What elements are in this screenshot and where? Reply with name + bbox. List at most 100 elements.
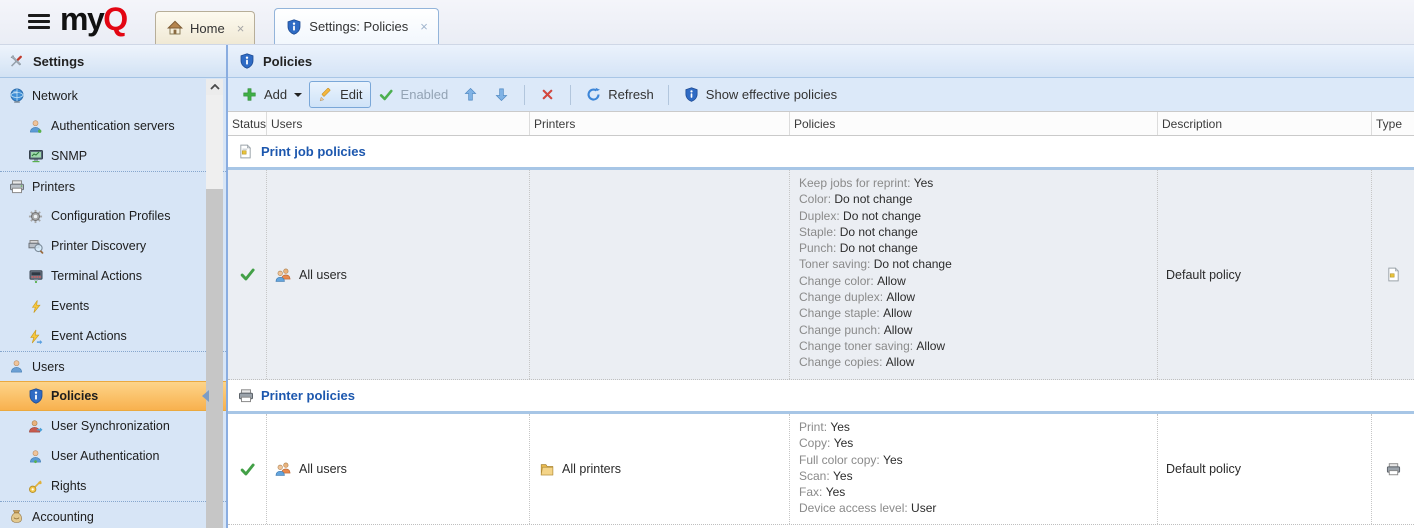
- sidebar-item-user-synchronization[interactable]: User Synchronization: [0, 411, 226, 441]
- arrow-up-icon: [462, 86, 479, 103]
- column-header-type[interactable]: Type: [1372, 112, 1414, 135]
- toolbar-separator: [570, 85, 571, 105]
- print-job-type-icon: [1385, 266, 1402, 283]
- user-icon: [8, 358, 25, 375]
- policy-row-printer[interactable]: All users All printers PrintYes CopyYes …: [228, 414, 1414, 525]
- description-cell: Default policy: [1158, 414, 1372, 524]
- sidebar-item-snmp[interactable]: SNMP: [0, 141, 226, 171]
- users-cell: All users: [267, 170, 530, 379]
- sidebar-scrollbar[interactable]: [206, 79, 223, 528]
- terminal-icon: [27, 268, 44, 285]
- sidebar-item-authentication-servers[interactable]: Authentication servers: [0, 111, 226, 141]
- sidebar-item-policies[interactable]: Policies: [0, 381, 226, 411]
- monitor-icon: [27, 148, 44, 165]
- description-cell: Default policy: [1158, 170, 1372, 379]
- money-bag-icon: [8, 508, 25, 525]
- home-icon: [166, 20, 183, 37]
- arrow-down-icon: [493, 86, 510, 103]
- user-icon: [27, 448, 44, 465]
- printer-search-icon: [27, 238, 44, 255]
- toolbar-separator: [524, 85, 525, 105]
- sidebar-item-printers[interactable]: Printers: [0, 171, 226, 201]
- sidebar-item-network[interactable]: Network: [0, 81, 226, 111]
- section-print-job-policies: Print job policies: [228, 136, 1414, 167]
- myq-logo: myQ: [60, 1, 127, 38]
- globe-icon: [8, 88, 25, 105]
- column-header-policies[interactable]: Policies: [790, 112, 1158, 135]
- printers-cell: All printers: [530, 414, 790, 524]
- user-sync-icon: [27, 418, 44, 435]
- sidebar-menu: Network Authentication servers SNMP: [0, 78, 226, 528]
- delete-button[interactable]: [532, 82, 563, 107]
- column-header-users[interactable]: Users: [267, 112, 530, 135]
- table-header: Status Users Printers Policies Descripti…: [228, 111, 1414, 136]
- check-icon: [378, 86, 395, 103]
- scrollbar-thumb[interactable]: [206, 189, 223, 528]
- policies-cell: Keep jobs for reprintYes ColorDo not cha…: [790, 170, 1158, 379]
- user-icon: [27, 118, 44, 135]
- lightning-arrow-icon: [27, 328, 44, 345]
- shield-icon: [238, 53, 255, 70]
- printers-cell: [530, 170, 790, 379]
- settings-sidebar: Settings Network Authentication servers: [0, 45, 228, 528]
- plus-icon: [241, 86, 258, 103]
- show-effective-policies-button[interactable]: Show effective policies: [676, 82, 844, 107]
- toolbar: Add Edit Enabled: [228, 78, 1414, 111]
- chevron-down-icon: [294, 93, 302, 97]
- sidebar-item-accounting[interactable]: Accounting: [0, 501, 226, 528]
- sidebar-item-printer-discovery[interactable]: Printer Discovery: [0, 231, 226, 261]
- column-header-description[interactable]: Description: [1158, 112, 1372, 135]
- scroll-up-icon[interactable]: [206, 79, 223, 95]
- move-down-button[interactable]: [486, 82, 517, 107]
- sidebar-item-event-actions[interactable]: Event Actions: [0, 321, 226, 351]
- edit-button[interactable]: Edit: [309, 81, 370, 108]
- sidebar-item-configuration-profiles[interactable]: Configuration Profiles: [0, 201, 226, 231]
- menu-icon[interactable]: [28, 14, 50, 32]
- table-body: Print job policies All users: [228, 136, 1414, 528]
- toolbar-separator: [668, 85, 669, 105]
- sidebar-item-rights[interactable]: Rights: [0, 471, 226, 501]
- folder-icon: [538, 461, 555, 478]
- type-cell: [1372, 414, 1414, 524]
- close-icon[interactable]: ×: [237, 22, 245, 35]
- tab-label: Settings: Policies: [309, 19, 408, 34]
- selected-item-arrow: [202, 390, 209, 402]
- tab-settings-policies[interactable]: Settings: Policies ×: [274, 8, 439, 44]
- users-group-icon: [275, 266, 292, 283]
- policy-row-print-job[interactable]: All users Keep jobs for reprintYes Color…: [228, 170, 1414, 380]
- settings-tools-icon: [8, 53, 25, 70]
- key-icon: [27, 478, 44, 495]
- policies-cell: PrintYes CopyYes Full color copyYes Scan…: [790, 414, 1158, 524]
- section-printer-policies: Printer policies: [228, 380, 1414, 411]
- refresh-icon: [585, 86, 602, 103]
- enabled-check-icon: [239, 266, 256, 283]
- users-cell: All users: [267, 414, 530, 524]
- enabled-button[interactable]: Enabled: [371, 82, 456, 107]
- policies-panel: Policies Add Edit: [228, 45, 1414, 528]
- tab-bar: Home × Settings: Policies ×: [155, 8, 439, 44]
- shield-icon: [27, 388, 44, 405]
- delete-x-icon: [539, 86, 556, 103]
- sidebar-item-users[interactable]: Users: [0, 351, 226, 381]
- pencil-icon: [317, 86, 334, 103]
- tab-home[interactable]: Home ×: [155, 11, 255, 44]
- refresh-button[interactable]: Refresh: [578, 82, 661, 107]
- print-job-document-icon: [237, 143, 254, 160]
- lightning-icon: [27, 298, 44, 315]
- close-icon[interactable]: ×: [420, 20, 428, 33]
- enabled-check-icon: [239, 461, 256, 478]
- add-button[interactable]: Add: [234, 82, 309, 107]
- panel-header: Policies: [228, 45, 1414, 78]
- tab-label: Home: [190, 21, 225, 36]
- sidebar-item-user-authentication[interactable]: User Authentication: [0, 441, 226, 471]
- shield-icon: [285, 18, 302, 35]
- column-header-printers[interactable]: Printers: [530, 112, 790, 135]
- users-group-icon: [275, 461, 292, 478]
- gear-icon: [27, 208, 44, 225]
- sidebar-item-terminal-actions[interactable]: Terminal Actions: [0, 261, 226, 291]
- sidebar-item-events[interactable]: Events: [0, 291, 226, 321]
- column-header-status[interactable]: Status: [228, 112, 267, 135]
- panel-title: Policies: [263, 54, 312, 69]
- type-cell: [1372, 170, 1414, 379]
- move-up-button[interactable]: [455, 82, 486, 107]
